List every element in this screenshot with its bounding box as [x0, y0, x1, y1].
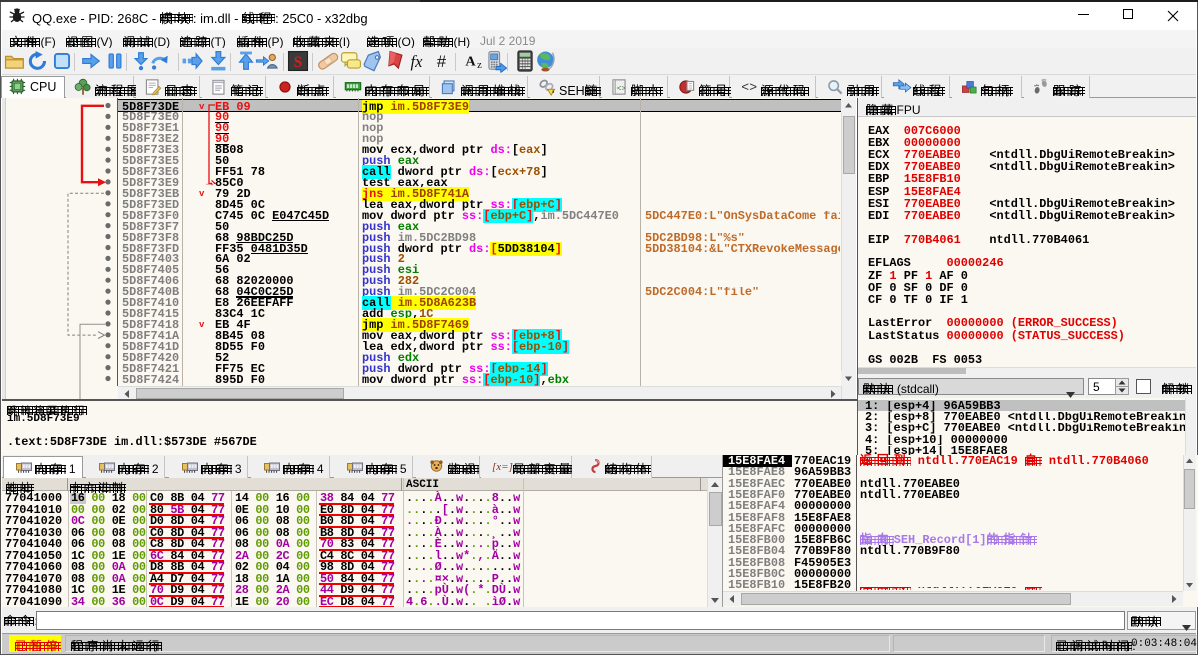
svg-text:<>: <> [617, 85, 627, 93]
svg-text:fx: fx [411, 52, 424, 71]
svg-text:#: # [437, 53, 447, 71]
svg-text:S: S [294, 54, 303, 71]
svg-text:A: A [465, 54, 476, 70]
svg-text:<>: <> [741, 80, 757, 94]
svg-text:z: z [477, 60, 482, 71]
